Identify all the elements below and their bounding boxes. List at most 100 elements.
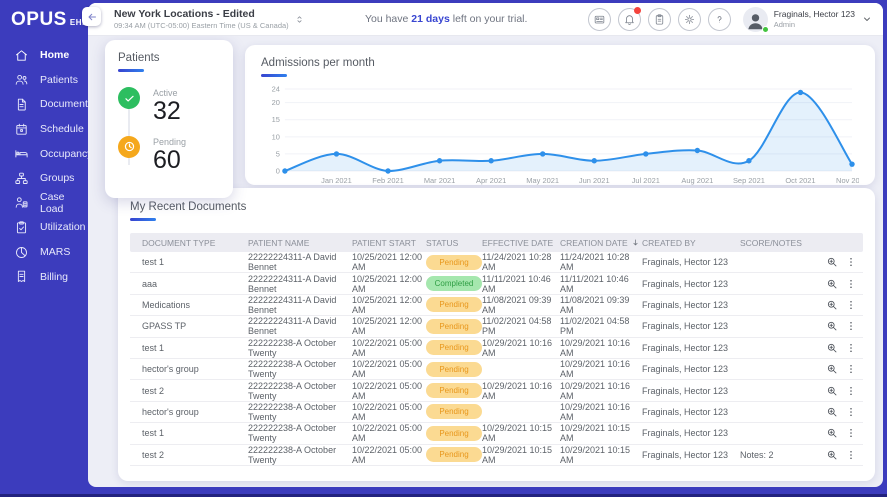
status-badge: Pending bbox=[426, 255, 482, 270]
zoom-in-icon[interactable] bbox=[826, 320, 838, 332]
more-vert-icon[interactable] bbox=[845, 320, 857, 332]
cell-patient-name: 22222224311-A David Bennet bbox=[248, 316, 352, 336]
more-vert-icon[interactable] bbox=[845, 427, 857, 439]
gear-icon bbox=[683, 13, 696, 26]
more-vert-icon[interactable] bbox=[845, 363, 857, 375]
column-header-created-by[interactable]: CREATED BY bbox=[642, 238, 740, 248]
more-vert-icon[interactable] bbox=[845, 342, 857, 354]
sidebar-item-groups[interactable]: Groups bbox=[0, 166, 88, 191]
cell-patient-name: 222222238-A October Twenty bbox=[248, 445, 352, 465]
documents-icon bbox=[14, 97, 29, 112]
zoom-in-icon[interactable] bbox=[826, 342, 838, 354]
row-actions bbox=[816, 427, 863, 439]
zoom-in-icon[interactable] bbox=[826, 278, 838, 290]
row-actions bbox=[816, 320, 863, 332]
cell-effective-date: 11/11/2021 10:46 AM bbox=[482, 274, 560, 294]
cell-document-type: hector's group bbox=[142, 407, 248, 417]
zoom-in-icon[interactable] bbox=[826, 427, 838, 439]
news-icon bbox=[593, 13, 606, 26]
user-menu[interactable]: Fraginals, Hector 123 Admin bbox=[743, 7, 873, 32]
cell-patient-name: 22222224311-A David Bennet bbox=[248, 252, 352, 272]
cell-creation-date: 10/29/2021 10:16 AM bbox=[560, 381, 642, 401]
top-header: New York Locations - Edited 09:34 AM (UT… bbox=[88, 3, 883, 36]
clipboard-button[interactable] bbox=[648, 8, 671, 31]
more-vert-icon[interactable] bbox=[845, 449, 857, 461]
sidebar-item-case-load[interactable]: Case Load bbox=[0, 191, 88, 216]
column-header-status[interactable]: STATUS bbox=[426, 238, 482, 248]
cell-patient-name: 222222238-A October Twenty bbox=[248, 359, 352, 379]
billing-icon bbox=[14, 269, 29, 284]
cell-patient-start: 10/22/2021 05:00 AM bbox=[352, 338, 426, 358]
zoom-in-icon[interactable] bbox=[826, 363, 838, 375]
cell-document-type: test 2 bbox=[142, 450, 248, 460]
cell-document-type: Medications bbox=[142, 300, 248, 310]
zoom-in-icon[interactable] bbox=[826, 256, 838, 268]
case-load-icon bbox=[14, 195, 29, 210]
column-header-creation-date[interactable]: CREATION DATE bbox=[560, 238, 642, 248]
cell-creation-date: 10/29/2021 10:16 AM bbox=[560, 402, 642, 422]
sidebar-item-documents[interactable]: Documents bbox=[0, 92, 88, 117]
bell-button[interactable] bbox=[618, 8, 641, 31]
column-header-patient-start[interactable]: PATIENT START bbox=[352, 238, 426, 248]
more-vert-icon[interactable] bbox=[845, 256, 857, 268]
trial-banner: You have 21 days left on your trial. bbox=[305, 13, 588, 25]
zoom-in-icon[interactable] bbox=[826, 449, 838, 461]
status-badge: Pending bbox=[426, 404, 482, 419]
cell-creation-date: 11/08/2021 09:39 AM bbox=[560, 295, 642, 315]
table-row: test 1222222238-A October Twenty10/22/20… bbox=[130, 338, 863, 359]
cell-creation-date: 11/24/2021 10:28 AM bbox=[560, 252, 642, 272]
cell-effective-date: 11/24/2021 10:28 AM bbox=[482, 252, 560, 272]
avatar bbox=[743, 7, 768, 32]
zoom-in-icon[interactable] bbox=[826, 406, 838, 418]
more-vert-icon[interactable] bbox=[845, 299, 857, 311]
sidebar-item-schedule[interactable]: Schedule bbox=[0, 117, 88, 142]
svg-text:Aug 2021: Aug 2021 bbox=[681, 176, 713, 185]
sidebar-item-billing[interactable]: Billing bbox=[0, 264, 88, 289]
stat-label: Pending bbox=[153, 137, 186, 147]
table-header-row: DOCUMENT TYPEPATIENT NAMEPATIENT STARTST… bbox=[130, 233, 863, 252]
cell-effective-date: 10/29/2021 10:16 AM bbox=[482, 338, 560, 358]
row-actions bbox=[816, 299, 863, 311]
admissions-line-chart: 0510152024Jan 2021Feb 2021Mar 2021Apr 20… bbox=[261, 81, 859, 187]
cell-patient-start: 10/22/2021 05:00 AM bbox=[352, 359, 426, 379]
sort-desc-icon bbox=[631, 238, 640, 247]
svg-text:May 2021: May 2021 bbox=[526, 176, 559, 185]
more-vert-icon[interactable] bbox=[845, 406, 857, 418]
table-row: test 2222222238-A October Twenty10/22/20… bbox=[130, 380, 863, 401]
gear-button[interactable] bbox=[678, 8, 701, 31]
zoom-in-icon[interactable] bbox=[826, 299, 838, 311]
sidebar-item-patients[interactable]: Patients bbox=[0, 68, 88, 93]
row-actions bbox=[816, 385, 863, 397]
more-vert-icon[interactable] bbox=[845, 278, 857, 290]
sidebar-item-label: MARS bbox=[40, 246, 70, 258]
column-header-document-type[interactable]: DOCUMENT TYPE bbox=[142, 238, 248, 248]
sidebar-item-home[interactable]: Home bbox=[0, 43, 88, 68]
sidebar-item-label: Home bbox=[40, 49, 69, 61]
cell-status: Pending bbox=[426, 426, 482, 441]
admissions-chart-card: Admissions per month 0510152024Jan 2021F… bbox=[245, 45, 875, 185]
sidebar: OPUS EHR HomePatientsDocumentsScheduleOc… bbox=[0, 0, 88, 494]
cell-document-type: hector's group bbox=[142, 364, 248, 374]
sidebar-collapse-button[interactable] bbox=[82, 7, 101, 26]
zoom-in-icon[interactable] bbox=[826, 385, 838, 397]
sidebar-item-occupancy[interactable]: Occupancy bbox=[0, 141, 88, 166]
sidebar-item-utilization[interactable]: Utilization bbox=[0, 215, 88, 240]
cell-patient-name: 22222224311-A David Bennet bbox=[248, 274, 352, 294]
sidebar-item-mars[interactable]: MARS bbox=[0, 240, 88, 265]
column-header-score-notes[interactable]: SCORE/NOTES bbox=[740, 238, 816, 248]
location-selector[interactable]: New York Locations - Edited 09:34 AM (UT… bbox=[114, 8, 305, 30]
sidebar-item-label: Case Load bbox=[40, 191, 88, 215]
column-header-effective-date[interactable]: EFFECTIVE DATE bbox=[482, 238, 560, 248]
help-button[interactable] bbox=[708, 8, 731, 31]
svg-text:24: 24 bbox=[272, 84, 280, 93]
notification-badge bbox=[634, 7, 641, 14]
cell-created-by: Fraginals, Hector 123 bbox=[642, 386, 740, 396]
cell-patient-name: 222222238-A October Twenty bbox=[248, 338, 352, 358]
more-vert-icon[interactable] bbox=[845, 385, 857, 397]
column-header-patient-name[interactable]: PATIENT NAME bbox=[248, 238, 352, 248]
cell-created-by: Fraginals, Hector 123 bbox=[642, 279, 740, 289]
news-button[interactable] bbox=[588, 8, 611, 31]
cell-status: Completed bbox=[426, 276, 482, 291]
svg-text:Apr 2021: Apr 2021 bbox=[476, 176, 506, 185]
sidebar-item-label: Patients bbox=[40, 74, 78, 86]
